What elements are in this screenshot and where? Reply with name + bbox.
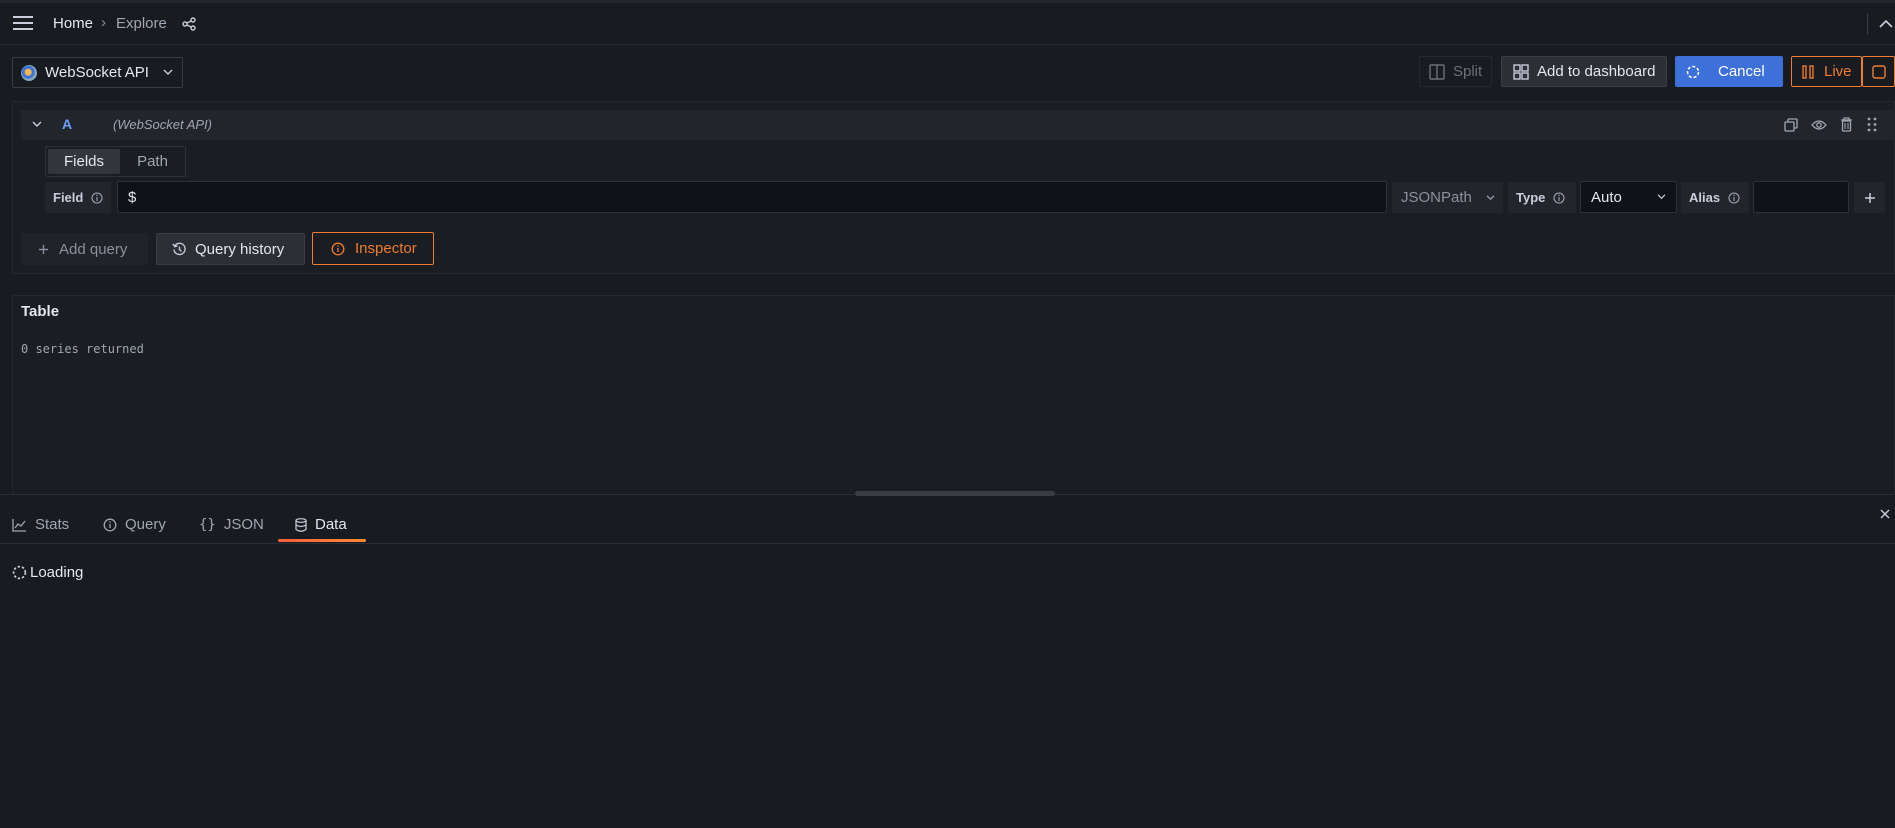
info-circle-icon [331, 242, 345, 255]
drag-handle-icon[interactable] [1867, 117, 1877, 132]
query-history-label: Query history [195, 240, 285, 258]
inspector-label: Inspector [355, 240, 417, 257]
loading-indicator: Loading [12, 564, 83, 581]
type-select-value: Auto [1591, 188, 1622, 206]
inspector-button[interactable]: Inspector [312, 232, 434, 265]
pause-icon [1802, 64, 1814, 79]
query-row-header [21, 110, 1895, 140]
plus-icon [38, 244, 49, 254]
tab-path[interactable]: Path [122, 149, 183, 174]
tabs-divider [0, 543, 1895, 544]
history-icon [172, 242, 186, 255]
type-select[interactable]: Auto [1580, 181, 1677, 213]
add-field-button[interactable] [1854, 182, 1885, 213]
tab-json[interactable]: {} JSON [199, 516, 264, 533]
chevron-up-icon[interactable] [1879, 19, 1893, 29]
dashboard-grid-icon [1513, 63, 1529, 80]
query-history-button[interactable]: Query history [156, 233, 305, 265]
database-icon [295, 517, 307, 532]
type-label: Type [1508, 182, 1576, 213]
active-tab-indicator [278, 539, 366, 542]
info-icon[interactable] [91, 191, 103, 204]
live-label: Live [1824, 63, 1852, 80]
add-to-dashboard-button[interactable]: Add to dashboard [1501, 56, 1667, 87]
tab-stats[interactable]: Stats [12, 516, 69, 533]
topbar-divider [1867, 13, 1868, 35]
plus-icon [1864, 192, 1875, 203]
chevron-down-icon [1657, 194, 1666, 200]
chevron-down-icon [1486, 194, 1495, 200]
collapse-chevron-icon[interactable] [32, 121, 42, 128]
add-to-dashboard-label: Add to dashboard [1537, 63, 1656, 80]
loading-spinner-icon [12, 565, 27, 580]
trash-icon[interactable] [1840, 117, 1853, 132]
stop-live-button[interactable] [1862, 56, 1895, 87]
table-panel [12, 295, 1895, 495]
tab-path-label: Path [137, 153, 168, 170]
cancel-button[interactable]: Cancel [1675, 56, 1783, 87]
query-datasource-label: (WebSocket API) [113, 117, 212, 132]
tab-data-label: Data [315, 516, 347, 533]
tab-fields[interactable]: Fields [48, 149, 120, 174]
field-label-text: Field [53, 190, 84, 205]
split-label: Split [1453, 63, 1483, 80]
tab-stats-label: Stats [35, 516, 70, 533]
jsonpath-label: JSONPath [1401, 189, 1472, 206]
type-label-text: Type [1516, 190, 1546, 205]
alias-label-text: Alias [1689, 190, 1721, 205]
datasource-picker[interactable]: WebSocket API [12, 57, 183, 88]
top-navbar: Home › Explore [0, 0, 1895, 45]
tab-json-label: JSON [223, 516, 264, 533]
loading-text: Loading [30, 564, 84, 581]
field-input[interactable]: $ [117, 181, 1387, 213]
chevron-down-icon [163, 69, 173, 75]
tab-fields-label: Fields [63, 153, 104, 170]
breadcrumb-separator: › [101, 14, 106, 31]
field-label: Field [45, 182, 111, 213]
add-query-label: Add query [59, 240, 128, 258]
info-icon[interactable] [1728, 191, 1740, 204]
field-input-value: $ [128, 189, 137, 206]
tab-query-label: Query [125, 516, 166, 533]
breadcrumb-home[interactable]: Home [53, 15, 93, 32]
alias-input[interactable] [1753, 181, 1849, 213]
table-panel-title: Table [21, 303, 60, 320]
share-icon[interactable] [182, 17, 196, 31]
cancel-label: Cancel [1718, 63, 1765, 80]
alias-label: Alias [1681, 182, 1749, 213]
series-status-text: 0 series returned [21, 342, 144, 356]
braces-icon: {} [199, 516, 216, 533]
split-button[interactable]: Split [1419, 56, 1492, 87]
duplicate-query-icon[interactable] [1784, 118, 1798, 132]
websocket-datasource-icon [21, 64, 37, 81]
menu-icon[interactable] [13, 15, 33, 31]
chart-line-icon [12, 518, 26, 532]
split-icon [1429, 63, 1445, 80]
jsonpath-select[interactable]: JSONPath [1392, 182, 1503, 213]
loading-spinner-icon [1686, 65, 1700, 78]
eye-icon[interactable] [1811, 119, 1827, 131]
info-icon[interactable] [1553, 191, 1565, 204]
info-circle-icon [103, 518, 117, 531]
breadcrumb-explore: Explore [116, 15, 167, 32]
tab-data[interactable]: Data [295, 516, 347, 533]
datasource-name: WebSocket API [45, 64, 149, 81]
query-ref-id[interactable]: A [62, 116, 72, 132]
tab-query[interactable]: Query [103, 516, 166, 533]
live-button[interactable]: Live [1791, 56, 1862, 87]
inspector-drawer [0, 496, 1895, 828]
add-query-button[interactable]: Add query [21, 233, 148, 265]
close-icon[interactable] [1880, 509, 1890, 519]
stop-icon [1872, 64, 1886, 79]
